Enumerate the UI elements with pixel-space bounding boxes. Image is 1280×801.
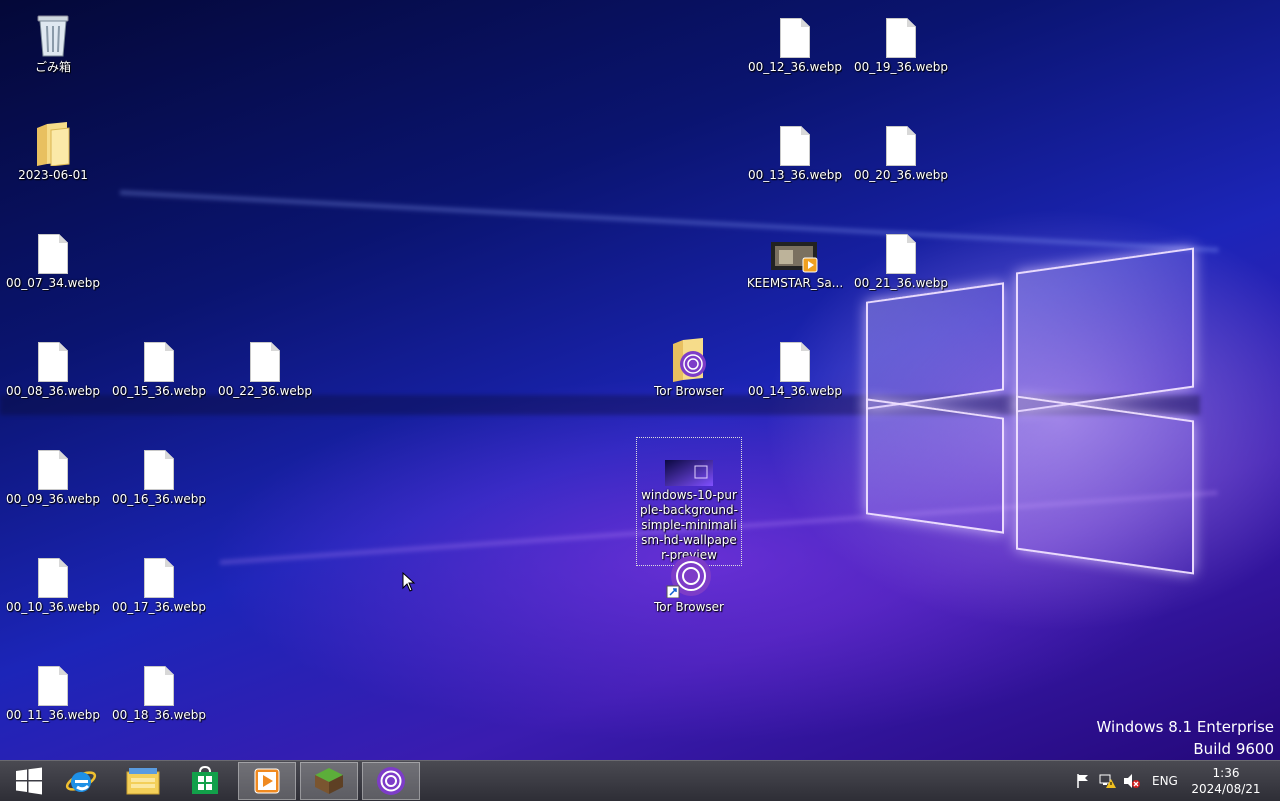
desktop-icon-label: 00_07_34.webp: [5, 276, 101, 290]
windows-start-icon: [16, 767, 42, 795]
minecraft-icon: [315, 768, 343, 794]
watermark-build: Build 9600: [1193, 740, 1274, 758]
desktop-icon-file[interactable]: 00_07_34.webp: [1, 222, 105, 291]
desktop-icon-label: 00_13_36.webp: [747, 168, 843, 182]
file-icon: [144, 450, 174, 490]
desktop-icon-label: 00_09_36.webp: [5, 492, 101, 506]
file-explorer-icon: [126, 768, 160, 795]
file-icon: [38, 558, 68, 598]
desktop-icon-file[interactable]: 00_14_36.webp: [743, 330, 847, 399]
file-icon: [886, 18, 916, 58]
network-warning-icon[interactable]: [1099, 773, 1117, 789]
folder-icon: [37, 122, 70, 166]
taskbar-store[interactable]: [176, 762, 234, 800]
windows-logo-pane: [866, 282, 1004, 410]
file-icon: [780, 18, 810, 58]
desktop-icon-label: Tor Browser: [653, 384, 724, 398]
desktop-icon-file[interactable]: 00_12_36.webp: [743, 6, 847, 75]
desktop-icon-file[interactable]: 00_16_36.webp: [107, 438, 211, 507]
desktop-icon-label: 00_22_36.webp: [217, 384, 313, 398]
desktop-icon-label: 00_10_36.webp: [5, 600, 101, 614]
file-icon: [144, 342, 174, 382]
desktop-icon-recycle-bin[interactable]: ごみ箱: [1, 6, 105, 75]
file-icon: [38, 342, 68, 382]
desktop-icon-label: 00_17_36.webp: [111, 600, 207, 614]
desktop-icon-label: 00_16_36.webp: [111, 492, 207, 506]
desktop-icon-tor-browser-folder[interactable]: Tor Browser: [637, 330, 741, 399]
desktop-icon-file[interactable]: 00_18_36.webp: [107, 654, 211, 723]
desktop-icon-file[interactable]: 00_11_36.webp: [1, 654, 105, 723]
internet-explorer-icon: [65, 771, 97, 792]
desktop-icon-file[interactable]: 00_15_36.webp: [107, 330, 211, 399]
windows-logo-pane: [866, 398, 1004, 534]
file-icon: [38, 234, 68, 274]
clock-date: 2024/08/21: [1191, 782, 1261, 796]
windows-logo-pane: [1016, 395, 1194, 575]
desktop-icon-file[interactable]: 00_21_36.webp: [849, 222, 953, 291]
media-player-icon: [254, 768, 280, 794]
desktop-icon-folder-2023-06-01[interactable]: 2023-06-01: [1, 114, 105, 183]
desktop-icon-keemstar-video[interactable]: KEEMSTAR_Sa...: [743, 222, 847, 291]
system-clock[interactable]: 1:36 2024/08/21: [1190, 765, 1262, 797]
file-icon: [38, 666, 68, 706]
desktop-icon-file[interactable]: 00_09_36.webp: [1, 438, 105, 507]
desktop-icon-file[interactable]: 00_13_36.webp: [743, 114, 847, 183]
clock-time: 1:36: [1212, 766, 1240, 780]
windows-version-watermark: Windows 8.1 Enterprise Build 9600: [1096, 716, 1274, 760]
taskbar-minecraft[interactable]: [300, 762, 358, 800]
speaker-muted-icon[interactable]: [1123, 773, 1141, 789]
light-beam: [119, 190, 1219, 253]
taskbar-tor-browser[interactable]: [362, 762, 420, 800]
action-center-flag-icon[interactable]: [1075, 773, 1091, 789]
desktop[interactable]: ごみ箱 2023-06-01 00_07_34.webp 00_08_36.we…: [0, 0, 1280, 760]
start-button[interactable]: [0, 762, 58, 800]
desktop-icon-label: 00_14_36.webp: [747, 384, 843, 398]
video-file-icon: [771, 242, 818, 273]
desktop-icon-label: 00_19_36.webp: [853, 60, 949, 74]
taskbar-media-player[interactable]: [238, 762, 296, 800]
taskbar-internet-explorer[interactable]: [52, 762, 110, 800]
file-icon: [780, 126, 810, 166]
image-thumbnail-icon: [665, 460, 713, 486]
desktop-icon-file[interactable]: 00_08_36.webp: [1, 330, 105, 399]
desktop-icon-label: KEEMSTAR_Sa...: [746, 276, 844, 290]
tor-browser-icon: [377, 767, 405, 795]
desktop-icon-label: 2023-06-01: [18, 168, 88, 182]
desktop-icon-label: ごみ箱: [34, 60, 71, 74]
store-icon: [192, 766, 218, 794]
file-icon: [886, 234, 916, 274]
file-icon: [780, 342, 810, 382]
taskbar: ENG 1:36 2024/08/21: [0, 760, 1280, 801]
desktop-icon-label: 00_08_36.webp: [5, 384, 101, 398]
desktop-icon-file[interactable]: 00_22_36.webp: [213, 330, 317, 399]
file-icon: [38, 450, 68, 490]
desktop-icon-label: 00_20_36.webp: [853, 168, 949, 182]
file-icon: [886, 126, 916, 166]
recycle-bin-icon: [37, 15, 69, 57]
input-language-indicator[interactable]: ENG: [1152, 774, 1178, 788]
desktop-icon-label: 00_15_36.webp: [111, 384, 207, 398]
tor-browser-icon: [666, 556, 711, 598]
watermark-edition: Windows 8.1 Enterprise: [1096, 718, 1274, 736]
file-icon: [144, 558, 174, 598]
tor-folder-icon: [673, 338, 706, 382]
file-icon: [144, 666, 174, 706]
file-icon: [250, 342, 280, 382]
windows-logo-pane: [1016, 247, 1194, 413]
desktop-icon-file[interactable]: 00_20_36.webp: [849, 114, 953, 183]
taskbar-file-explorer[interactable]: [114, 762, 172, 800]
desktop-icon-tor-browser-shortcut[interactable]: Tor Browser: [637, 546, 741, 615]
desktop-icon-file[interactable]: 00_10_36.webp: [1, 546, 105, 615]
desktop-icon-label: 00_18_36.webp: [111, 708, 207, 722]
desktop-icon-label: Tor Browser: [653, 600, 724, 614]
desktop-icon-file[interactable]: 00_19_36.webp: [849, 6, 953, 75]
desktop-icon-label: 00_21_36.webp: [853, 276, 949, 290]
mouse-cursor-icon: [402, 572, 416, 592]
desktop-icon-label: 00_11_36.webp: [5, 708, 101, 722]
desktop-icon-file[interactable]: 00_17_36.webp: [107, 546, 211, 615]
desktop-icon-label: 00_12_36.webp: [747, 60, 843, 74]
